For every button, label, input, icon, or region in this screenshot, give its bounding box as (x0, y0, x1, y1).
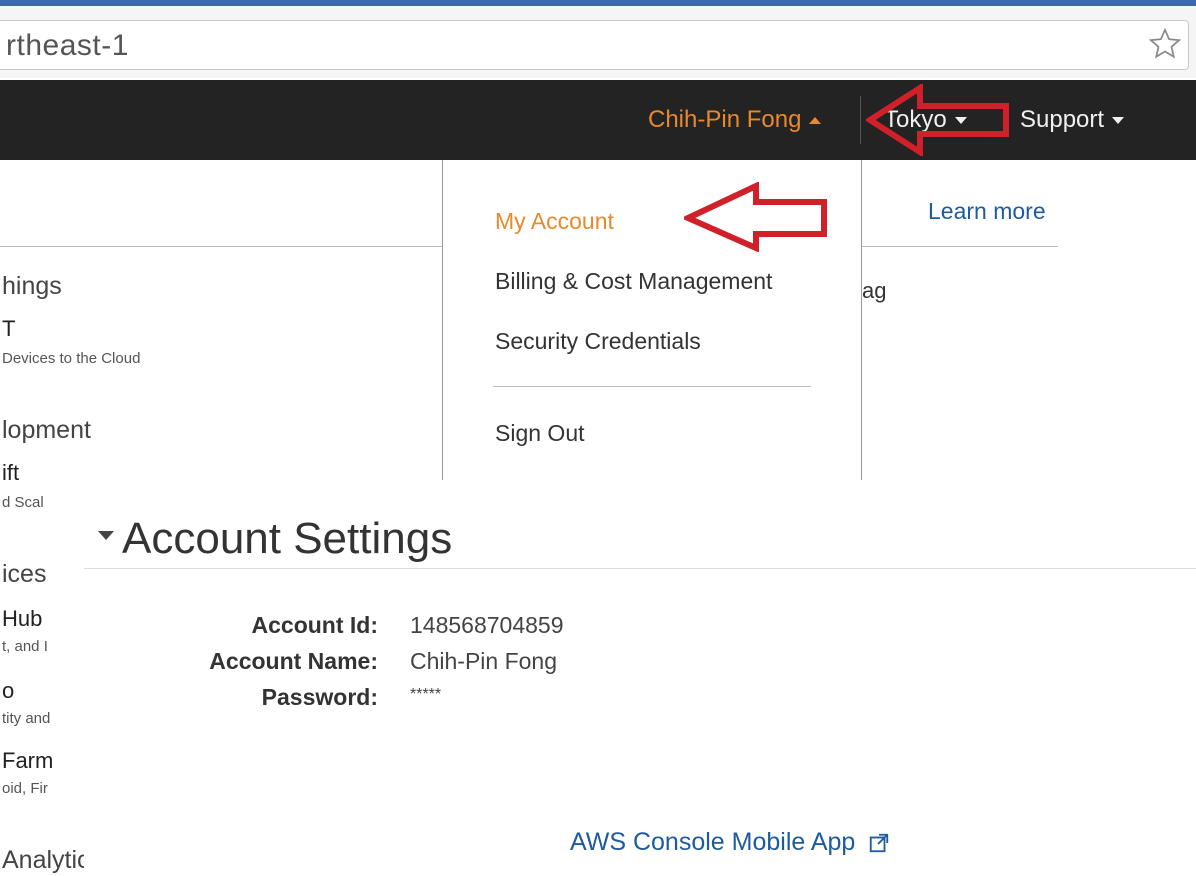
account-settings-title: Account Settings (122, 514, 453, 563)
sidebar-item-title[interactable]: Farm (2, 748, 53, 774)
sidebar-heading: lopment (2, 416, 91, 444)
bookmark-star-icon[interactable] (1148, 27, 1182, 61)
caret-down-icon (1112, 117, 1125, 125)
menu-divider (493, 386, 811, 387)
menu-item-sign-out[interactable]: Sign Out (495, 420, 585, 447)
divider (862, 246, 1058, 247)
password-label: Password: (261, 684, 378, 710)
mobile-app-link[interactable]: AWS Console Mobile App (570, 828, 890, 857)
account-settings-panel: Account Settings Account Id: 14856870485… (84, 506, 1196, 876)
url-text: rtheast-1 (6, 29, 129, 62)
password-value: ***** (410, 686, 442, 703)
account-id-label: Account Id: (251, 612, 379, 638)
account-name-label: Chih-Pin Fong (648, 106, 802, 133)
sidebar-item-desc: Devices to the Cloud (2, 350, 141, 367)
url-field[interactable]: rtheast-1 (0, 20, 1189, 70)
sidebar-item-title[interactable]: ift (2, 460, 19, 486)
learn-more-link[interactable]: Learn more (928, 198, 1046, 225)
sidebar-item-title[interactable]: Hub (2, 606, 42, 632)
sidebar-item-desc: d Scal (2, 494, 44, 511)
account-id-value: 148568704859 (410, 612, 564, 638)
background-text-fragment: ag (862, 278, 887, 303)
sidebar-item-title[interactable]: o (2, 678, 14, 704)
browser-address-bar: rtheast-1 (0, 6, 1196, 78)
account-settings-heading[interactable]: Account Settings (98, 514, 452, 564)
divider (0, 246, 442, 247)
mobile-app-link-label: AWS Console Mobile App (570, 828, 856, 856)
nav-separator (860, 96, 861, 144)
red-arrow-annotation-icon (866, 84, 1009, 156)
account-menu-button[interactable]: Chih-Pin Fong (648, 106, 822, 134)
sidebar-item-desc: t, and I (2, 638, 48, 655)
caret-up-icon (809, 117, 822, 125)
divider (84, 568, 1196, 569)
account-name-label: Account Name: (209, 648, 378, 674)
aws-navbar: Chih-Pin Fong Tokyo Support (0, 80, 1196, 160)
sidebar-item-title[interactable]: T (2, 316, 15, 342)
menu-item-my-account[interactable]: My Account (495, 208, 614, 235)
menu-item-billing[interactable]: Billing & Cost Management (495, 268, 772, 295)
support-label: Support (1020, 106, 1105, 133)
sidebar-item-desc: oid, Fir (2, 780, 48, 797)
red-arrow-annotation-icon (684, 182, 827, 252)
account-name-value: Chih-Pin Fong (410, 648, 558, 674)
sidebar-heading: hings (2, 272, 62, 300)
menu-item-security-credentials[interactable]: Security Credentials (495, 328, 701, 355)
sidebar-heading: ices (2, 560, 47, 588)
external-link-icon (870, 834, 889, 853)
collapse-triangle-icon (98, 530, 114, 540)
sidebar-item-desc: tity and (2, 710, 51, 727)
support-menu-button[interactable]: Support (1020, 106, 1125, 134)
